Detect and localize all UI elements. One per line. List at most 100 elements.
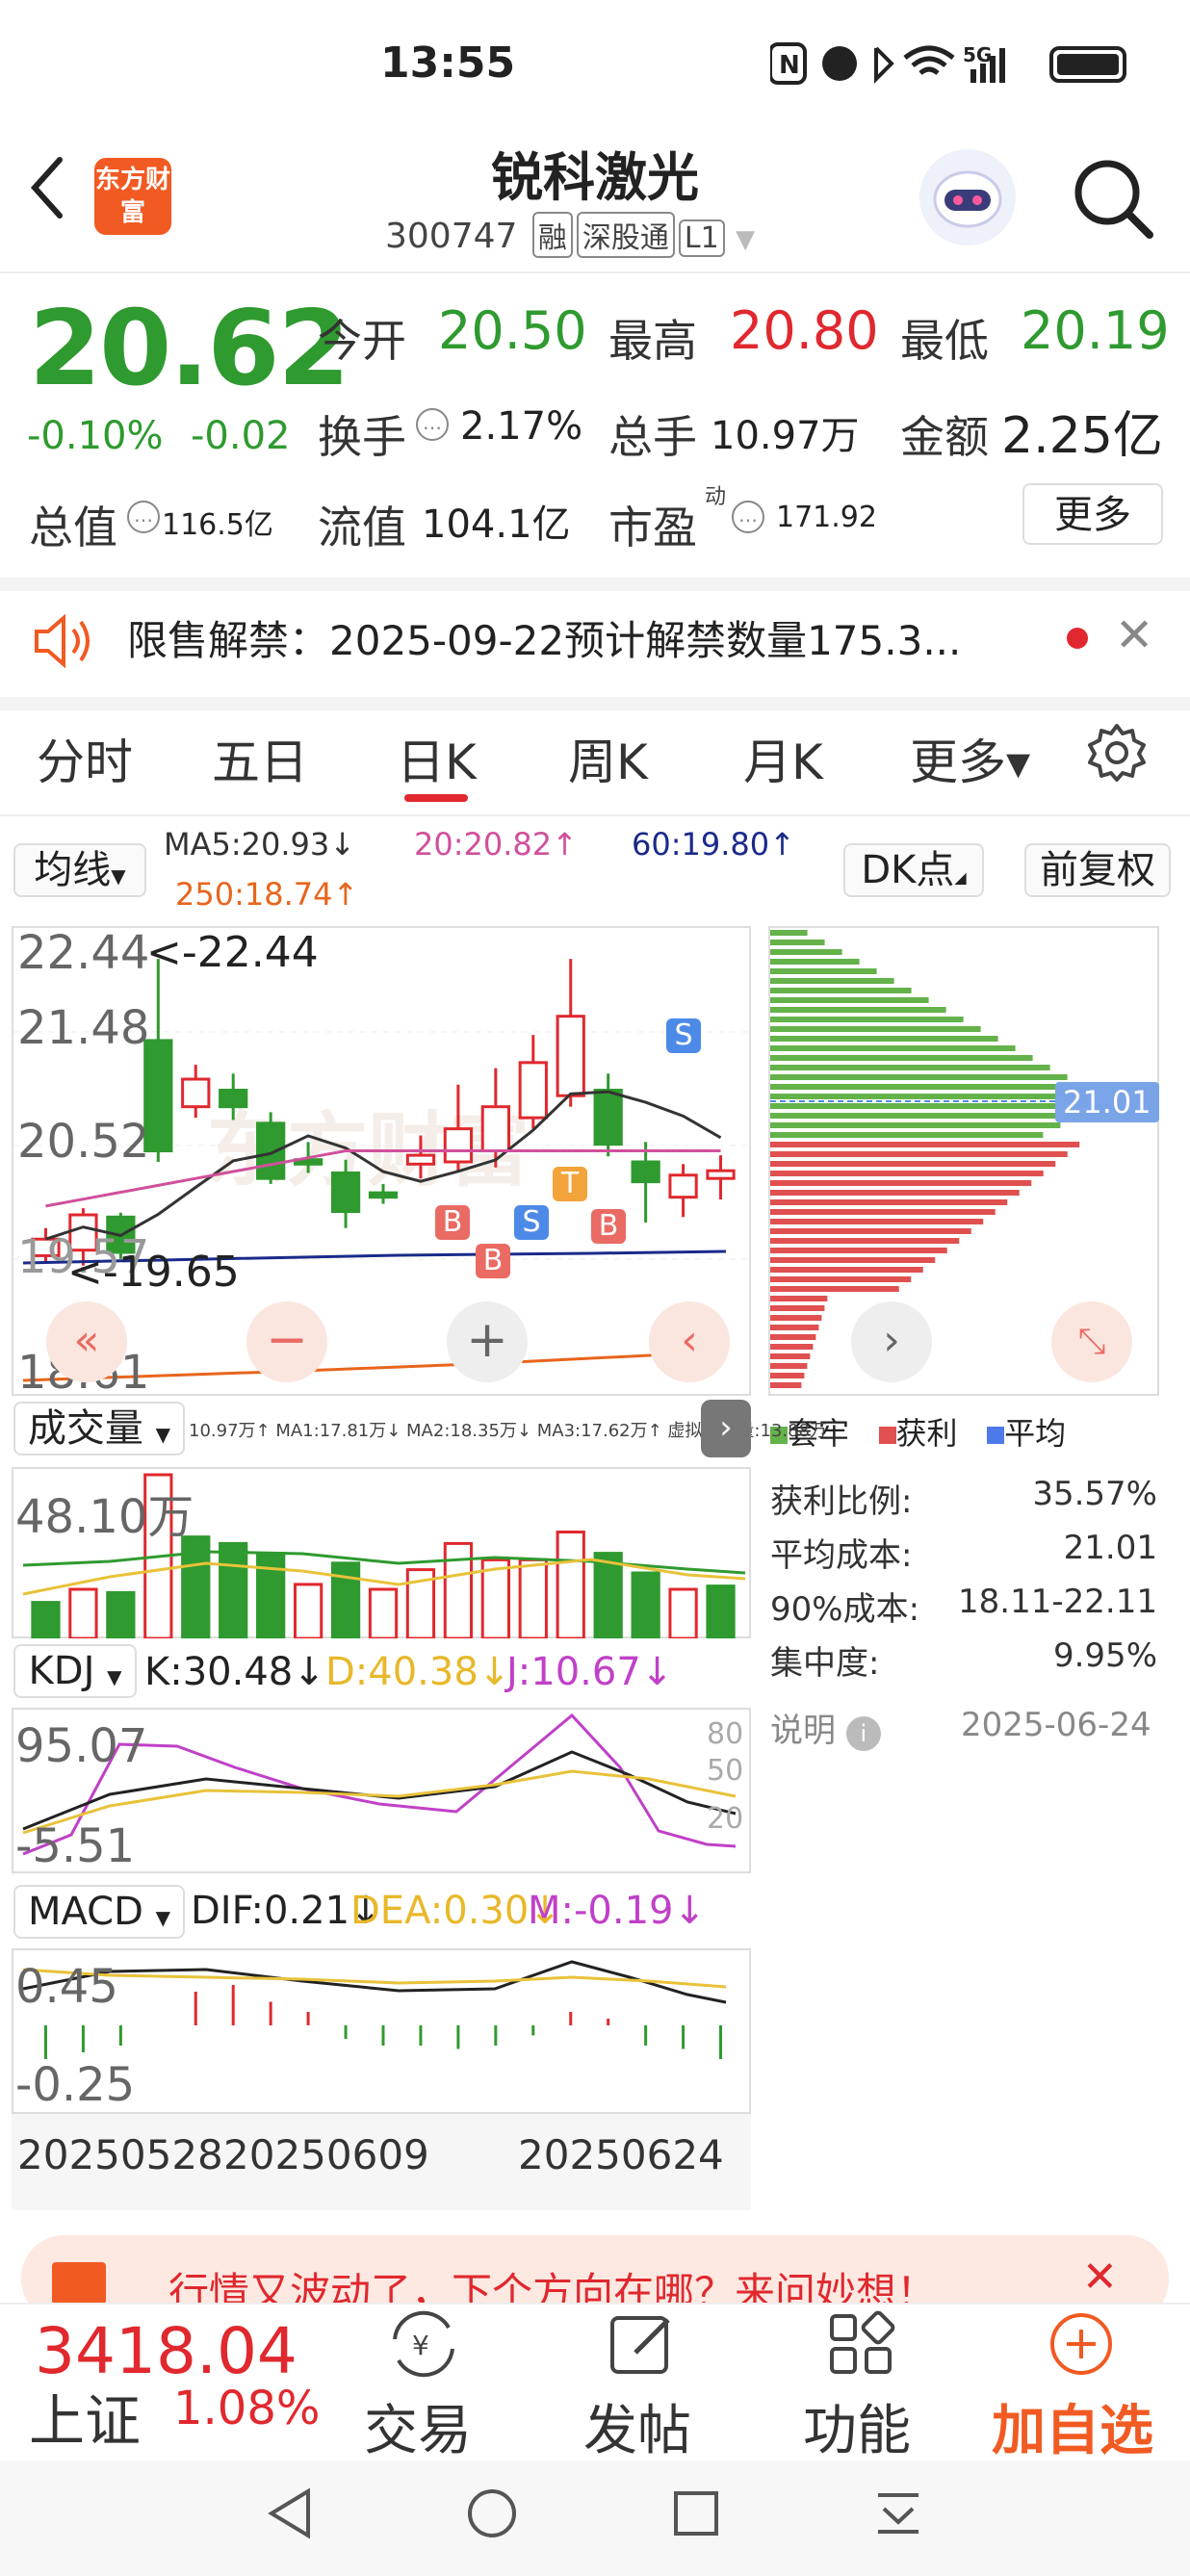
dropdown-icon[interactable]: ▼: [736, 225, 755, 254]
kdj-k: K:30.48↓: [144, 1650, 325, 1694]
chip-bar: [770, 1305, 825, 1311]
chip-bar: [770, 1055, 1033, 1061]
divider: [0, 271, 1190, 273]
zoom-out-icon[interactable]: −: [246, 1301, 327, 1382]
buy-signal[interactable]: B: [435, 1205, 470, 1240]
note-link[interactable]: 说明 i: [770, 1704, 881, 1751]
volume-bar: [631, 1571, 660, 1638]
adjust-button[interactable]: 前复权: [1024, 843, 1171, 897]
robot-avatar-icon[interactable]: [919, 149, 1016, 245]
stock-subline[interactable]: 300747 融深股通 L1 ▼: [385, 212, 755, 258]
volume-bar: [443, 1541, 474, 1638]
chip-bar: [770, 1248, 947, 1253]
chip-bar: [770, 1171, 1044, 1176]
ma250-label: 250:18.74↑: [175, 876, 359, 913]
high-label: 最高: [608, 315, 697, 367]
add-watchlist-icon[interactable]: [1048, 2310, 1115, 2378]
alarm-icon: [822, 46, 857, 81]
tab-intraday[interactable]: 分时: [37, 724, 133, 793]
expand-right-icon[interactable]: ›: [701, 1400, 751, 1457]
tag-connect: 深股通: [576, 212, 675, 258]
dk-point-button[interactable]: DK点◢: [843, 843, 984, 897]
float-label: 流值: [318, 502, 406, 554]
index-name[interactable]: 上证: [29, 2376, 141, 2457]
info-icon: i: [845, 1716, 881, 1751]
tab-five-day[interactable]: 五日: [212, 724, 308, 793]
sell-signal[interactable]: S: [514, 1205, 549, 1240]
y-label-mid1: 21.48: [17, 1001, 150, 1055]
status-icons: N 5G: [770, 42, 1126, 85]
scroll-right-icon[interactable]: ›: [851, 1301, 932, 1382]
hide-nav-icon[interactable]: [872, 2487, 924, 2539]
buy-signal[interactable]: B: [591, 1209, 626, 1244]
chip-bar: [770, 1180, 1032, 1186]
min-price-marker: <-19.65: [67, 1248, 240, 1297]
close-icon[interactable]: ✕: [1115, 608, 1153, 662]
chip-bar: [770, 949, 842, 955]
macd-indicator-select[interactable]: MACD ▼: [13, 1885, 185, 1939]
scroll-left-fast-icon[interactable]: «: [46, 1301, 127, 1382]
chip-bar: [770, 1084, 1085, 1090]
volume-bar: [106, 1590, 136, 1638]
volume-value: 10.97万: [711, 414, 860, 458]
candle-body: [330, 1171, 361, 1214]
tab-daily-k[interactable]: 日K: [397, 724, 477, 793]
sell-signal[interactable]: S: [666, 1018, 701, 1053]
notice-text[interactable]: 限售解禁：2025-09-22预计解禁数量175.3...: [127, 608, 961, 667]
macd-m: M:-0.19↓: [528, 1889, 706, 1933]
amount-label: 金额: [900, 411, 989, 463]
back-triangle-icon[interactable]: [266, 2487, 314, 2539]
zoom-in-icon[interactable]: +: [447, 1301, 528, 1382]
chip-bar: [770, 997, 929, 1003]
candle-body: [480, 1105, 510, 1153]
chip-bar: [770, 1199, 1008, 1205]
settings-gear-icon[interactable]: [1086, 722, 1148, 784]
stock-code: 300747: [385, 217, 518, 256]
indicator-select[interactable]: 均线▼: [13, 843, 146, 897]
more-button[interactable]: 更多: [1022, 483, 1163, 545]
kdj-y-top: 95.07: [15, 1719, 148, 1773]
chip-bar: [770, 1190, 1020, 1196]
clock: 13:55: [380, 39, 516, 88]
ma20-label: 20:20.82↑: [414, 826, 578, 863]
system-nav-bar: [0, 2460, 1190, 2576]
chip-bar: [770, 1276, 912, 1282]
close-icon[interactable]: ✕: [1082, 2253, 1118, 2302]
recents-square-icon[interactable]: [672, 2489, 720, 2537]
amount-value: 2.25亿: [1001, 407, 1163, 465]
candle-body: [593, 1088, 623, 1146]
tab-more[interactable]: 更多▾: [910, 724, 1030, 793]
change-percent: -0.10%: [27, 414, 164, 458]
expand-icon[interactable]: ⤡: [1051, 1301, 1132, 1382]
chip-bar: [770, 978, 894, 984]
candle-body: [368, 1191, 399, 1199]
nav-post[interactable]: 发帖: [583, 2387, 691, 2465]
compose-icon[interactable]: [607, 2310, 680, 2378]
buy-signal[interactable]: B: [476, 1244, 510, 1278]
volume-bar: [706, 1584, 736, 1638]
trade-icon[interactable]: ¥: [385, 2310, 462, 2378]
volume-indicator-select[interactable]: 成交量 ▼: [13, 1402, 185, 1455]
nav-add-watchlist[interactable]: 加自选: [992, 2387, 1153, 2465]
kdj-indicator-select[interactable]: KDJ ▼: [13, 1644, 137, 1698]
search-icon[interactable]: [1069, 154, 1155, 241]
chip-bar: [770, 1151, 1068, 1157]
open-label: 今开: [318, 315, 406, 367]
t-signal[interactable]: T: [553, 1167, 587, 1201]
nav-functions[interactable]: 功能: [803, 2387, 911, 2465]
volume-bar: [31, 1601, 61, 1638]
scroll-left-icon[interactable]: ‹: [649, 1301, 730, 1382]
info-icon[interactable]: …: [416, 408, 449, 441]
home-circle-icon[interactable]: [466, 2487, 518, 2539]
info-icon[interactable]: …: [127, 501, 160, 533]
chip-bar: [770, 1209, 996, 1215]
grid-apps-icon[interactable]: [826, 2310, 899, 2378]
chip-bar: [770, 1257, 936, 1263]
tab-weekly-k[interactable]: 周K: [568, 724, 648, 793]
tab-monthly-k[interactable]: 月K: [743, 724, 823, 793]
svg-text:5G: 5G: [963, 43, 992, 66]
info-icon[interactable]: …: [732, 501, 764, 533]
nav-trade[interactable]: 交易: [364, 2387, 472, 2465]
chip-bar: [770, 1238, 960, 1244]
candle-body: [181, 1077, 211, 1109]
